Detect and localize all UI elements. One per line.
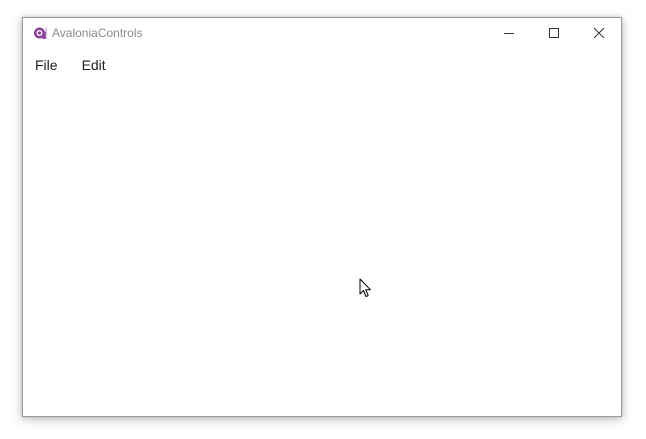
close-icon	[593, 27, 604, 39]
close-button[interactable]	[576, 18, 621, 48]
maximize-button[interactable]	[531, 18, 576, 48]
minimize-button[interactable]	[486, 18, 531, 48]
menu-item-edit[interactable]: Edit	[70, 52, 118, 78]
content-area	[23, 80, 621, 416]
desktop-canvas: AvaloniaControls File Edit	[0, 0, 646, 439]
app-window: AvaloniaControls File Edit	[22, 17, 622, 417]
menu-bar: File Edit	[23, 52, 118, 78]
mouse-pointer-icon	[359, 278, 373, 298]
minimize-icon	[503, 33, 514, 34]
maximize-icon	[548, 28, 559, 38]
title-bar[interactable]: AvaloniaControls	[23, 18, 621, 48]
avalonia-logo-icon	[33, 26, 47, 40]
menu-item-file[interactable]: File	[23, 52, 70, 78]
window-title: AvaloniaControls	[52, 26, 143, 40]
